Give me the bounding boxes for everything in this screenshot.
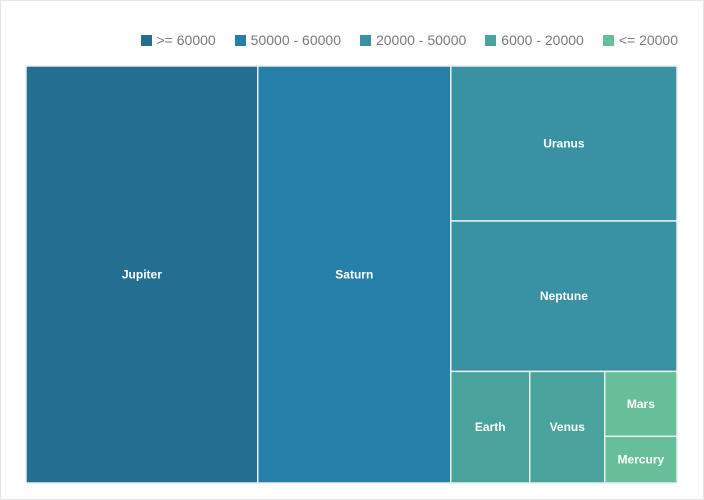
tile-neptune[interactable]: Neptune: [450, 220, 678, 373]
tile-mars[interactable]: Mars: [604, 370, 678, 438]
tile-jupiter[interactable]: Jupiter: [25, 65, 259, 484]
tile-uranus[interactable]: Uranus: [450, 65, 678, 222]
tile-earth[interactable]: Earth: [450, 370, 531, 484]
treemap: Jupiter Saturn Uranus Neptune Earth Venus Mars…: [25, 65, 678, 484]
tile-label: Uranus: [543, 136, 585, 150]
tile-label: Venus: [550, 420, 586, 434]
tile-venus[interactable]: Venus: [528, 370, 606, 484]
tile-saturn[interactable]: Saturn: [257, 65, 452, 484]
tile-label: Jupiter: [122, 268, 162, 282]
tile-label: Mars: [627, 397, 655, 411]
tile-label: Saturn: [335, 268, 373, 282]
tile-mercury[interactable]: Mercury: [604, 435, 678, 484]
tile-label: Neptune: [540, 289, 588, 303]
tile-label: Earth: [475, 420, 506, 434]
tile-label: Mercury: [618, 453, 665, 467]
